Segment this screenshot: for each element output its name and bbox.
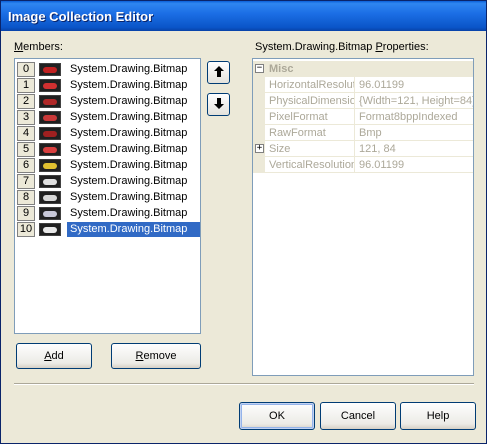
ok-button[interactable]: OK <box>239 402 315 430</box>
list-item[interactable]: 7 System.Drawing.Bitmap <box>17 173 200 189</box>
member-index: 0 <box>17 61 35 77</box>
property-row[interactable]: + Size 121, 84 <box>253 141 473 157</box>
member-name: System.Drawing.Bitmap <box>70 62 188 75</box>
property-value[interactable]: Bmp <box>356 125 473 141</box>
properties-label: System.Drawing.Bitmap Properties: <box>255 41 429 53</box>
member-index: 3 <box>17 109 35 125</box>
arrow-down-icon <box>213 97 224 112</box>
member-index: 2 <box>17 93 35 109</box>
arrow-up-icon <box>213 65 224 80</box>
image-collection-editor-window: Image Collection Editor Members: 0 System… <box>0 0 487 444</box>
property-row[interactable]: VerticalResolution 96.01199 <box>253 157 473 173</box>
property-value[interactable]: {Width=121, Height=84} <box>356 93 473 109</box>
property-grid[interactable]: − Misc HorizontalResolution96.01199Physi… <box>252 58 474 376</box>
list-item[interactable]: 2 System.Drawing.Bitmap <box>17 93 200 109</box>
property-name: VerticalResolution <box>269 157 355 173</box>
member-name: System.Drawing.Bitmap <box>70 94 188 107</box>
property-name: PixelFormat <box>267 109 355 125</box>
footer-separator <box>14 383 474 385</box>
title-bar[interactable]: Image Collection Editor <box>1 1 486 31</box>
expand-icon[interactable]: + <box>255 144 264 153</box>
list-item[interactable]: 0 System.Drawing.Bitmap <box>17 61 200 77</box>
list-item[interactable]: 4 System.Drawing.Bitmap <box>17 125 200 141</box>
bitmap-thumbnail-icon <box>39 222 61 236</box>
property-value[interactable]: 121, 84 <box>356 141 473 157</box>
member-index: 1 <box>17 77 35 93</box>
property-row[interactable]: RawFormat Bmp <box>253 125 473 141</box>
property-name: RawFormat <box>267 125 355 141</box>
add-button[interactable]: Add <box>16 343 92 369</box>
bitmap-thumbnail-icon <box>39 110 61 124</box>
bitmap-thumbnail-icon <box>39 158 61 172</box>
list-item[interactable]: 6 System.Drawing.Bitmap <box>17 157 200 173</box>
property-value[interactable]: 96.01199 <box>356 157 473 173</box>
property-value[interactable]: 96.01199 <box>356 77 473 93</box>
collapse-icon[interactable]: − <box>255 64 264 73</box>
member-index: 9 <box>17 205 35 221</box>
cancel-button-label: Cancel <box>340 410 376 422</box>
member-name: System.Drawing.Bitmap <box>70 126 188 139</box>
member-index: 7 <box>17 173 35 189</box>
member-name: System.Drawing.Bitmap <box>70 78 188 91</box>
bitmap-thumbnail-icon <box>39 142 61 156</box>
bitmap-thumbnail-icon <box>39 190 61 204</box>
property-row[interactable]: PixelFormat Format8bppIndexed <box>253 109 473 125</box>
property-gutter <box>253 109 265 125</box>
members-label: Members: <box>14 41 63 53</box>
property-row[interactable]: HorizontalResolution96.01199 <box>253 77 473 93</box>
member-index: 10 <box>17 221 35 237</box>
property-category-misc[interactable]: − Misc <box>253 61 473 77</box>
members-list[interactable]: 0 System.Drawing.Bitmap 1 System.Drawing.Bi… <box>14 58 201 334</box>
bitmap-thumbnail-icon <box>39 94 61 108</box>
property-value[interactable]: Format8bppIndexed <box>356 109 473 125</box>
member-name: System.Drawing.Bitmap <box>70 158 188 171</box>
add-button-label: Add <box>44 350 64 362</box>
member-name: System.Drawing.Bitmap <box>70 190 188 203</box>
remove-button[interactable]: Remove <box>111 343 201 369</box>
move-up-button[interactable] <box>207 61 230 84</box>
bitmap-thumbnail-icon <box>39 62 61 76</box>
member-index: 8 <box>17 189 35 205</box>
cancel-button[interactable]: Cancel <box>320 402 396 430</box>
property-gutter <box>253 93 265 109</box>
member-name: System.Drawing.Bitmap <box>70 142 188 155</box>
property-gutter <box>253 125 265 141</box>
member-name: System.Drawing.Bitmap <box>67 221 200 237</box>
member-name: System.Drawing.Bitmap <box>70 206 188 219</box>
member-index: 6 <box>17 157 35 173</box>
property-gutter <box>253 77 265 93</box>
bitmap-thumbnail-icon <box>39 174 61 188</box>
list-item[interactable]: 5 System.Drawing.Bitmap <box>17 141 200 157</box>
property-gutter <box>253 157 265 173</box>
member-name: System.Drawing.Bitmap <box>70 174 188 187</box>
move-down-button[interactable] <box>207 93 230 116</box>
property-name: PhysicalDimension <box>269 93 355 109</box>
member-index: 5 <box>17 141 35 157</box>
ok-button-label: OK <box>269 410 285 422</box>
bitmap-thumbnail-icon <box>39 206 61 220</box>
list-item[interactable]: 9 System.Drawing.Bitmap <box>17 205 200 221</box>
remove-button-label: Remove <box>135 350 177 362</box>
property-row[interactable]: PhysicalDimension {Width=121, Height=84} <box>253 93 473 109</box>
list-item[interactable]: 8 System.Drawing.Bitmap <box>17 189 200 205</box>
list-item[interactable]: 10 System.Drawing.Bitmap <box>17 221 200 237</box>
property-name: Size <box>267 141 355 157</box>
property-name: HorizontalResolution <box>269 77 355 93</box>
member-name: System.Drawing.Bitmap <box>70 110 188 123</box>
bitmap-thumbnail-icon <box>39 126 61 140</box>
help-button[interactable]: Help <box>400 402 476 430</box>
bitmap-thumbnail-icon <box>39 78 61 92</box>
window-title: Image Collection Editor <box>8 9 154 24</box>
help-button-label: Help <box>426 410 450 422</box>
list-item[interactable]: 3 System.Drawing.Bitmap <box>17 109 200 125</box>
list-item[interactable]: 1 System.Drawing.Bitmap <box>17 77 200 93</box>
category-name: Misc <box>269 63 294 75</box>
member-index: 4 <box>17 125 35 141</box>
